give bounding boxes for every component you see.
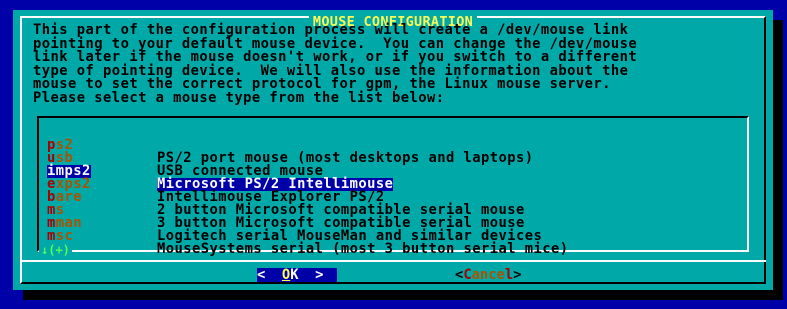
- button-separator: [20, 260, 766, 262]
- list-item-ps2[interactable]: ps2 PS/2 port mouse (most desktops and l…: [47, 126, 533, 165]
- list-item-tag: msc: [47, 228, 74, 244]
- message-line: Please select a mouse type from the list…: [33, 89, 445, 106]
- list-item-exps2[interactable]: exps2 Intellimouse Explorer PS/2: [47, 165, 384, 204]
- list-item-mman[interactable]: mman Logitech serial MouseMan and simila…: [47, 204, 542, 243]
- dialog-message: This part of the configuration process w…: [33, 23, 637, 106]
- list-item-bare[interactable]: bare 2 button Microsoft compatible seria…: [47, 178, 524, 217]
- mouse-configuration-dialog: MOUSE CONFIGURATION This part of the con…: [13, 10, 773, 290]
- list-item-msc[interactable]: msc MouseSystems serial (most 3 button s…: [47, 217, 568, 256]
- scroll-down-indicator[interactable]: ↓(+): [39, 244, 72, 256]
- screen-background: MOUSE CONFIGURATION This part of the con…: [0, 0, 787, 309]
- list-item-description: MouseSystems serial (most 3 button seria…: [157, 241, 569, 257]
- list-item-ms[interactable]: ms 3 button Microsoft compatible serial …: [47, 191, 524, 230]
- list-item-imps2-selected[interactable]: imps2 Microsoft PS/2 Intellimouse: [47, 152, 394, 191]
- ok-button[interactable]: < OK >: [257, 268, 337, 282]
- cancel-button[interactable]: <Cancel>: [455, 268, 521, 282]
- list-item-usb[interactable]: usb USB connected mouse: [47, 139, 323, 178]
